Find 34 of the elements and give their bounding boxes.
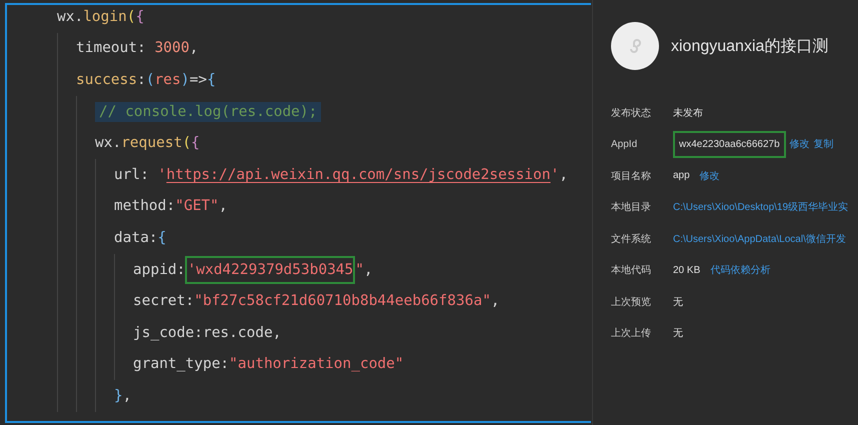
path-link[interactable]: C:\Users\Xioo\Desktop\19级西华毕业实: [673, 200, 848, 214]
info-value: wx4e2230aa6c66627b: [673, 130, 786, 158]
info-value: 无: [673, 327, 683, 340]
action-link[interactable]: 代码依赖分析: [710, 263, 770, 278]
code-line: method:"GET",: [114, 198, 228, 214]
info-label: 上次上传: [611, 326, 652, 340]
code-line: timeout: 3000,: [76, 40, 198, 56]
action-link[interactable]: 复制: [814, 137, 834, 152]
info-label: 文件系统: [611, 232, 652, 246]
info-label: 项目名称: [611, 170, 652, 183]
code-line: url: 'https://api.weixin.qq.com/sns/jscode2session',: [114, 166, 568, 183]
info-label: 上次预览: [611, 296, 652, 309]
info-value: app: [673, 170, 690, 182]
code-line: js_code:res.code,: [133, 324, 282, 341]
boxed-appid-string: 'wxd4229379d53b0345: [185, 256, 356, 284]
info-value: 无: [673, 296, 683, 309]
code-line: wx.request({: [95, 135, 200, 152]
info-label: 本地代码: [611, 264, 652, 278]
info-label: 本地目录: [611, 200, 652, 214]
action-link[interactable]: 修改: [700, 168, 720, 183]
code-line: secret:"bf27c58cf21d60710b8b44eeb66f836a",: [133, 293, 500, 310]
info-value: 20 KB: [673, 264, 700, 276]
project-title: xiongyuanxia的接口测: [671, 36, 828, 56]
code-line: wx.login({: [57, 8, 144, 25]
code-line: grant_type:"authorization_code": [133, 356, 404, 372]
info-value: 未发布: [673, 106, 703, 120]
action-link[interactable]: 修改: [790, 137, 810, 152]
code-line: },: [114, 388, 132, 404]
info-label: AppId: [611, 138, 638, 150]
info-label: 发布状态: [611, 106, 652, 120]
path-link[interactable]: C:\Users\Xioo\AppData\Local\微信开发: [673, 232, 846, 246]
code-line: success:(res)=>{: [76, 72, 216, 88]
code-line: appid:'wxd4229379d53b0345",: [133, 256, 373, 284]
code-line: data:{: [114, 230, 166, 246]
